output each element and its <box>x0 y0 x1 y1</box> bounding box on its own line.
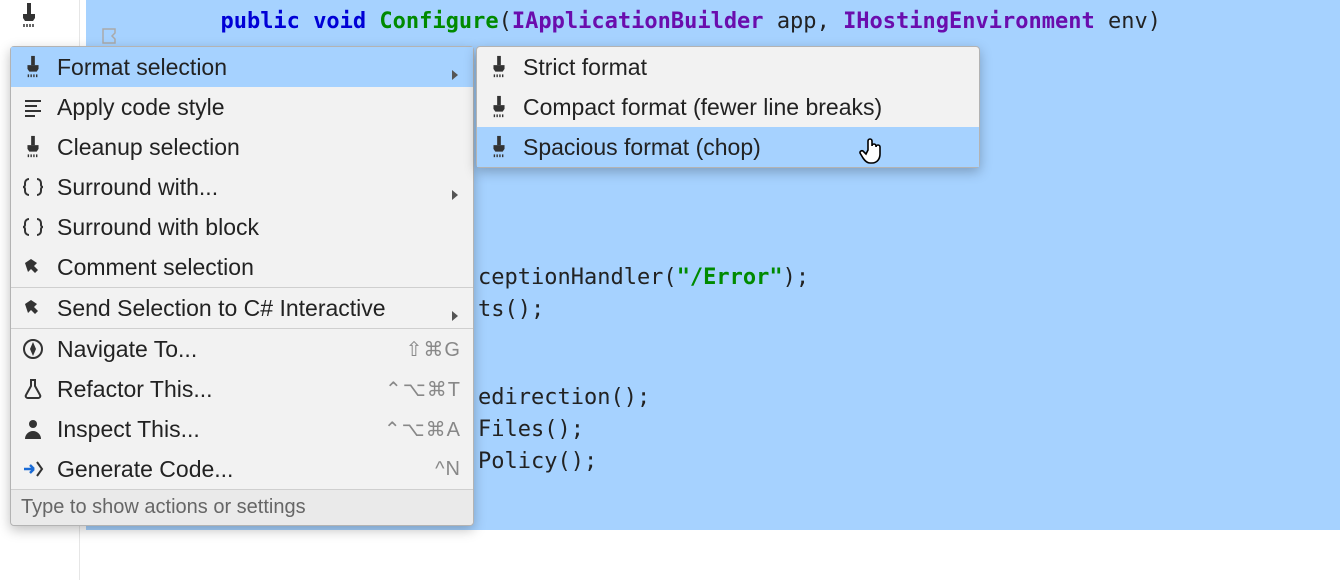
chevron-right-icon <box>449 61 461 73</box>
menu-item-apply-code-style[interactable]: Apply code style <box>11 87 473 127</box>
menu-item-inspect-this[interactable]: Inspect This... ⌃⌥⌘A <box>11 409 473 449</box>
editor-unselected-bg <box>86 530 1340 580</box>
menu-item-label: Apply code style <box>57 94 461 121</box>
code-line-signature[interactable]: public void Configure(IApplicationBuilde… <box>88 2 1161 42</box>
menu-shortcut: ⌃⌥⌘A <box>384 417 461 442</box>
brush-icon <box>19 53 47 81</box>
brush-icon <box>19 133 47 161</box>
flask-icon <box>19 375 47 403</box>
submenu-item-label: Compact format (fewer line breaks) <box>523 94 967 121</box>
submenu-item-compact-format-fewer-line-breaks[interactable]: Compact format (fewer line breaks) <box>477 87 979 127</box>
menu-item-surround-with-block[interactable]: Surround with block <box>11 207 473 247</box>
brush-icon <box>485 93 513 121</box>
menu-item-send-selection-to-c-interactive[interactable]: Send Selection to C# Interactive <box>11 288 473 328</box>
brush-icon <box>485 133 513 161</box>
menu-shortcut: ⌃⌥⌘T <box>385 377 461 402</box>
menu-shortcut: ⇧⌘G <box>406 337 461 362</box>
menu-item-generate-code[interactable]: Generate Code... ^N <box>11 449 473 489</box>
menu-item-label: Generate Code... <box>57 456 425 483</box>
menu-item-navigate-to[interactable]: Navigate To... ⇧⌘G <box>11 329 473 369</box>
chevron-right-icon <box>449 181 461 193</box>
menu-footer-hint: Type to show actions or settings <box>11 489 473 525</box>
code-fragment[interactable]: ts(); <box>478 290 544 330</box>
menu-item-label: Format selection <box>57 54 439 81</box>
menu-item-label: Surround with block <box>57 214 461 241</box>
menu-item-label: Surround with... <box>57 174 439 201</box>
chevron-right-icon <box>449 302 461 314</box>
menu-shortcut: ^N <box>435 458 461 481</box>
person-icon <box>19 415 47 443</box>
hammer-icon <box>19 294 47 322</box>
arrow-icon <box>19 455 47 483</box>
menu-item-refactor-this[interactable]: Refactor This... ⌃⌥⌘T <box>11 369 473 409</box>
code-fragment[interactable]: Policy(); <box>478 442 597 482</box>
brackets-icon <box>19 173 47 201</box>
menu-item-surround-with[interactable]: Surround with... <box>11 167 473 207</box>
brackets-icon <box>19 213 47 241</box>
menu-item-label: Comment selection <box>57 254 461 281</box>
context-menu: Format selection Apply code style Cleanup … <box>10 46 474 526</box>
submenu-item-label: Strict format <box>523 54 967 81</box>
compass-icon <box>19 335 47 363</box>
submenu-item-spacious-format-chop[interactable]: Spacious format (chop) <box>477 127 979 167</box>
menu-item-label: Refactor This... <box>57 376 375 403</box>
hammer-icon <box>19 253 47 281</box>
menu-item-label: Navigate To... <box>57 336 396 363</box>
submenu-item-strict-format[interactable]: Strict format <box>477 47 979 87</box>
format-selection-submenu: Strict format Compact format (fewer line … <box>476 46 980 168</box>
menu-item-format-selection[interactable]: Format selection <box>11 47 473 87</box>
lines-icon <box>19 93 47 121</box>
gutter-action-brush-icon[interactable] <box>16 2 42 34</box>
menu-item-label: Inspect This... <box>57 416 374 443</box>
menu-item-label: Send Selection to C# Interactive <box>57 295 439 322</box>
menu-item-cleanup-selection[interactable]: Cleanup selection <box>11 127 473 167</box>
submenu-item-label: Spacious format (chop) <box>523 134 967 161</box>
menu-item-label: Cleanup selection <box>57 134 461 161</box>
menu-item-comment-selection[interactable]: Comment selection <box>11 247 473 287</box>
brush-icon <box>485 53 513 81</box>
